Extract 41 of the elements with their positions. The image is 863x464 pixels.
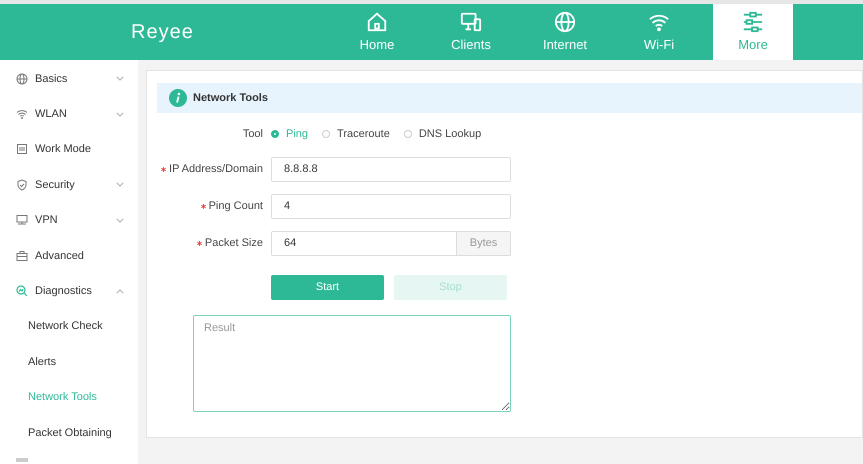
sidebar-subitem[interactable]: Alerts bbox=[0, 344, 138, 380]
shield-icon bbox=[16, 178, 28, 191]
chevron-down-icon bbox=[116, 112, 124, 117]
sidebar-item[interactable]: WLAN bbox=[0, 96, 138, 132]
sidebar-item[interactable]: Diagnostics bbox=[0, 273, 138, 309]
monitor-icon bbox=[16, 214, 28, 226]
toolbox-icon bbox=[16, 250, 28, 262]
diagnostics-icon bbox=[16, 285, 28, 298]
sidebar-item[interactable]: Work Mode bbox=[0, 132, 138, 168]
radio-option[interactable]: DNS Lookup bbox=[404, 128, 482, 140]
sidebar-item-cut bbox=[16, 458, 28, 462]
mode-icon bbox=[16, 143, 28, 156]
input-field[interactable]: 64 bbox=[271, 230, 457, 256]
sidebar-item[interactable]: Security bbox=[0, 167, 138, 203]
sidebar-subitem[interactable]: Network Check bbox=[0, 308, 138, 344]
input-field[interactable]: 8.8.8.8 bbox=[271, 156, 511, 182]
chevron-up-icon bbox=[116, 288, 124, 294]
sliders-icon bbox=[742, 10, 764, 32]
result-box[interactable]: Result bbox=[193, 315, 511, 412]
chevron-down-icon bbox=[116, 218, 124, 223]
field-label: Ping Count bbox=[208, 200, 263, 212]
wifi-icon bbox=[16, 108, 28, 120]
info-icon bbox=[169, 89, 187, 107]
unit-addon: Bytes bbox=[457, 230, 511, 256]
radio-option[interactable]: Traceroute bbox=[322, 128, 390, 140]
input-field[interactable]: 4 bbox=[271, 194, 511, 218]
devices-icon bbox=[460, 10, 482, 32]
chevron-down-icon bbox=[116, 182, 124, 188]
field-label: Packet Size bbox=[204, 237, 263, 249]
logo: Reyee bbox=[131, 20, 195, 44]
globe-icon bbox=[554, 10, 576, 32]
panel-title: Network Tools bbox=[193, 92, 268, 104]
globe-icon bbox=[16, 72, 28, 85]
field-label: IP Address/Domain bbox=[169, 163, 263, 175]
home-icon bbox=[366, 10, 388, 32]
sidebar-subitem[interactable]: Packet Obtaining bbox=[0, 414, 138, 450]
field-label: Tool bbox=[242, 128, 263, 140]
sidebar-item[interactable]: VPN bbox=[0, 202, 138, 238]
chevron-down-icon bbox=[116, 76, 124, 82]
sidebar-item[interactable]: Basics bbox=[0, 61, 138, 96]
sidebar-item[interactable]: Advanced bbox=[0, 238, 138, 274]
